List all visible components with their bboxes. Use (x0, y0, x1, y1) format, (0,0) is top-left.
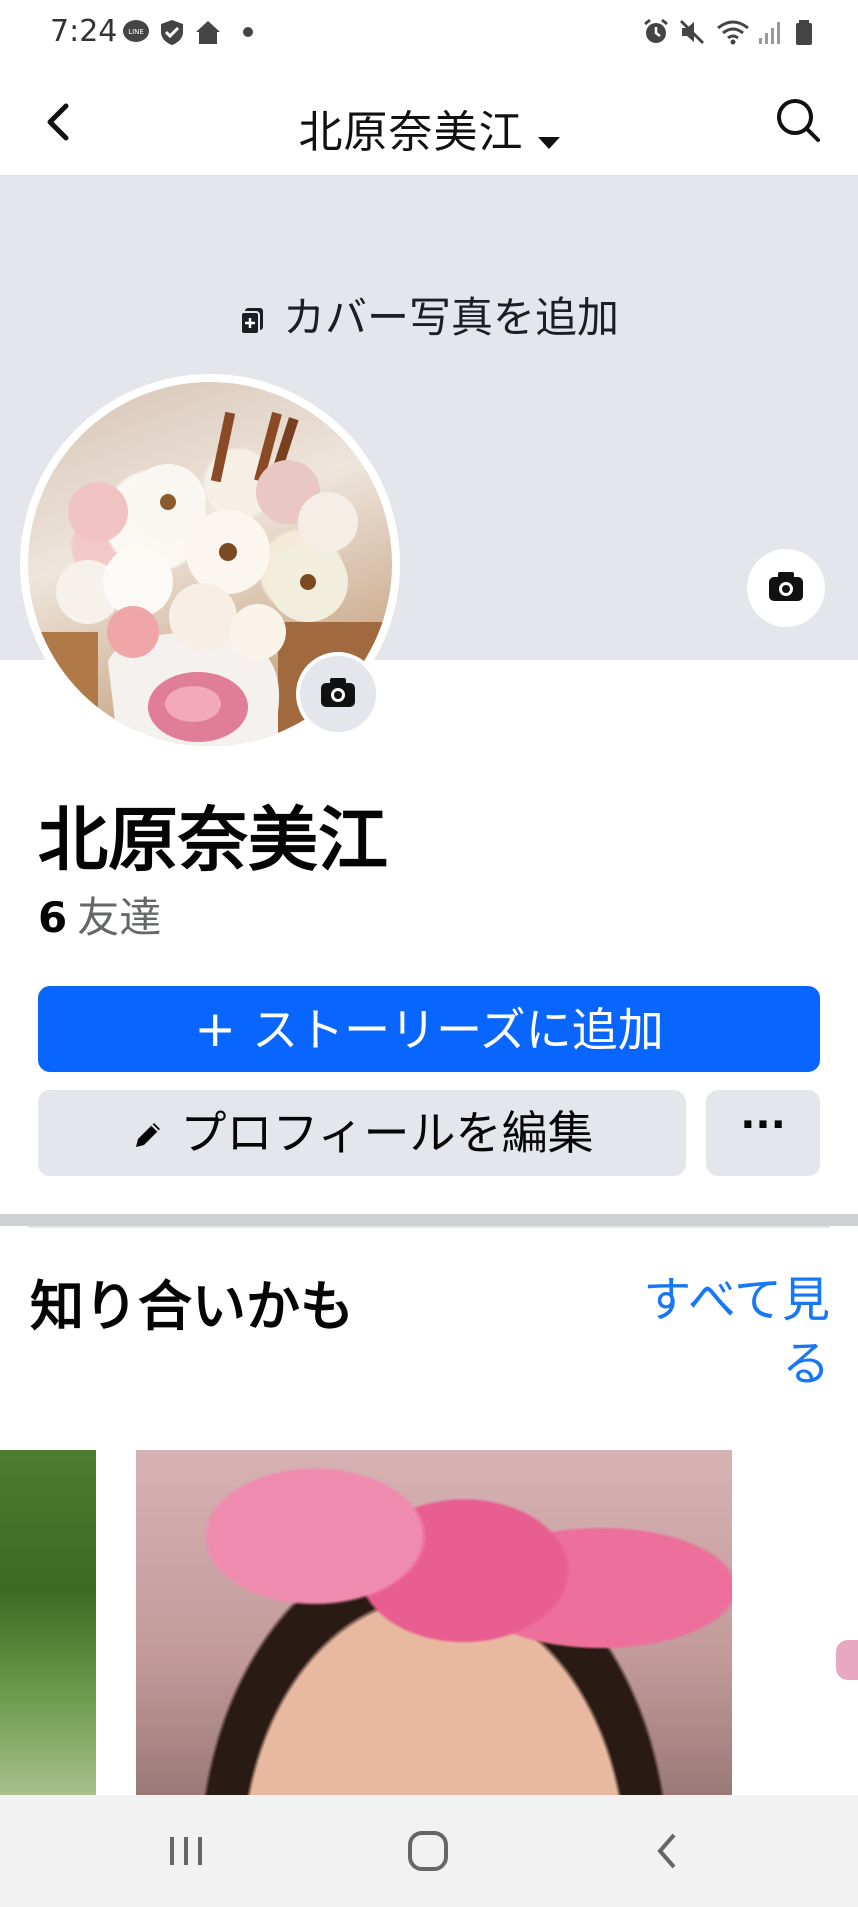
edit-profile-label: プロフィールを編集 (180, 1106, 594, 1160)
profile-picture-camera-button[interactable] (296, 652, 380, 736)
line-icon: LINE (123, 20, 149, 42)
friends-count[interactable]: 6 友達 (38, 884, 161, 945)
system-navigation-bar (0, 1795, 858, 1907)
more-options-button[interactable]: ··· (706, 1090, 820, 1176)
mute-icon (679, 19, 705, 45)
add-cover-photo-button[interactable]: カバー写真を追加 (0, 284, 858, 345)
suggestion-card-photo[interactable] (0, 1450, 96, 1795)
section-divider (0, 1214, 858, 1226)
chevron-down-icon (537, 136, 560, 149)
alarm-icon (644, 18, 668, 43)
svg-text:LINE: LINE (128, 28, 144, 36)
profile-header: 北原奈美江 (0, 70, 858, 176)
home-button-icon[interactable] (398, 1825, 458, 1877)
battery-icon (796, 20, 812, 45)
profile-name: 北原奈美江 (38, 799, 388, 881)
camera-icon (321, 678, 355, 707)
suggestion-card-photo[interactable] (836, 1640, 858, 1680)
status-time: 7:24 (50, 14, 118, 49)
add-cover-label: カバー写真を追加 (282, 293, 619, 342)
search-icon[interactable] (768, 90, 828, 150)
add-to-story-button[interactable]: + ストーリーズに追加 (38, 986, 820, 1072)
pencil-icon (136, 1123, 161, 1147)
suggestion-card-photo[interactable] (136, 1450, 732, 1795)
cover-camera-button[interactable] (744, 546, 828, 630)
recent-apps-icon[interactable] (156, 1825, 216, 1877)
home-icon (196, 21, 220, 44)
people-you-may-know-title: 知り合いかも (30, 1275, 354, 1338)
page-title: 北原奈美江 (298, 107, 524, 158)
signal-icon (759, 22, 780, 44)
section-sub-divider (28, 1226, 830, 1228)
see-all-link[interactable]: すべて見る (620, 1268, 830, 1396)
camera-icon (769, 572, 803, 601)
friends-count-number: 6 (38, 893, 68, 942)
add-photo-icon (239, 308, 263, 335)
status-bar: 7:24 LINE (0, 0, 858, 70)
wifi-icon (717, 20, 749, 45)
edit-profile-button[interactable]: プロフィールを編集 (38, 1090, 686, 1176)
plus-icon: + (194, 1000, 237, 1058)
shield-check-icon (161, 20, 183, 45)
dot-icon (243, 27, 253, 37)
back-nav-icon[interactable] (638, 1825, 698, 1877)
more-icon: ··· (740, 1102, 786, 1148)
title-switcher[interactable]: 北原奈美江 (0, 96, 858, 160)
friends-label: 友達 (77, 893, 162, 942)
add-to-story-label: ストーリーズに追加 (252, 1003, 664, 1057)
